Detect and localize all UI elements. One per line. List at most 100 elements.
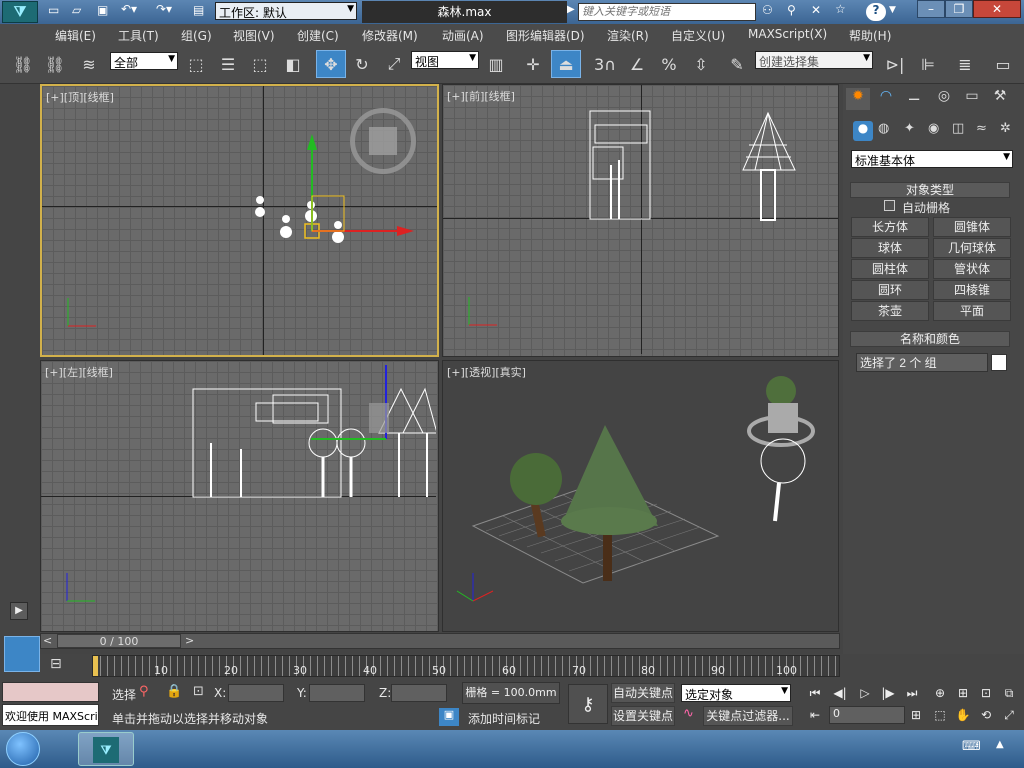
select-and-rotate-icon[interactable]: ↻ [347,50,377,78]
object-category-dropdown[interactable]: 标准基本体 ▼ [851,150,1013,168]
sphere-button[interactable]: 球体 [851,238,929,258]
time-slider-thumb[interactable]: 0 / 100 [57,634,181,648]
project-folder-icon[interactable]: ▤ [193,3,204,17]
pivot-center-icon[interactable]: ▥ [481,50,511,78]
cameras-category-icon[interactable]: ◉ [928,121,939,136]
hierarchy-tab-icon[interactable]: ⚊ [902,88,926,110]
object-type-rollout[interactable]: 对象类型 [850,182,1010,198]
spacewarps-category-icon[interactable]: ≈ [976,121,987,136]
subscription-icon[interactable]: ⚲ [787,3,796,17]
isolate-selection-icon[interactable]: ⚲ [139,684,149,699]
layer-manager-icon[interactable]: ≣ [950,50,980,78]
keyboard-shortcut-override-icon[interactable]: ⏏ [551,50,581,78]
shapes-category-icon[interactable]: ◍ [878,121,889,136]
expand-panel-icon[interactable]: ▶ [10,602,28,620]
reference-coordinate-dropdown[interactable]: 视图 ▼ [411,51,479,69]
edit-named-selection-icon[interactable]: ✎ [722,50,752,78]
help-button[interactable]: ? [866,3,886,21]
key-filters-curve-icon[interactable]: ∿ [683,706,694,721]
menu-maxscript[interactable]: MAXScript(X) [748,27,827,41]
absolute-mode-icon[interactable]: ⊡ [193,684,204,699]
close-button[interactable]: ✕ [973,0,1021,18]
maxscript-output-pink[interactable] [2,682,99,702]
helpers-category-icon[interactable]: ◫ [952,121,964,136]
zoom-extents-all-icon[interactable]: ⧉ [999,683,1019,703]
save-icon[interactable]: ▣ [97,3,108,17]
window-crossing-icon[interactable]: ◧ [278,50,308,78]
selection-filter-dropdown[interactable]: 全部 ▼ [110,52,178,70]
modify-tab-icon[interactable]: ◠ [874,88,898,110]
align-icon[interactable]: ⊫ [913,50,943,78]
select-object-icon[interactable]: ⬚ [181,50,211,78]
viewport-perspective[interactable]: [+][透视][真实] [442,360,839,632]
next-frame-icon[interactable]: |▶ [878,683,898,703]
menu-edit[interactable]: 编辑(E) [55,27,96,44]
object-color-swatch[interactable] [991,354,1007,371]
zoom-icon[interactable]: ⊕ [930,683,950,703]
zoom-extents-icon[interactable]: ⊡ [976,683,996,703]
selection-lock-icon[interactable]: 🔒 [166,684,182,699]
time-slider-track[interactable]: < 0 / 100 > [40,633,840,649]
zoom-all-icon[interactable]: ⊞ [953,683,973,703]
select-and-move-icon[interactable]: ✥ [316,50,346,78]
lights-category-icon[interactable]: ✦ [904,121,915,136]
search-input[interactable] [578,3,756,21]
create-tab-icon[interactable]: ✹ [846,88,870,110]
menu-animation[interactable]: 动画(A) [442,27,484,44]
x-coord-field[interactable] [228,684,284,702]
help-dropdown-icon[interactable]: ▼ [889,5,896,15]
go-to-end-icon[interactable]: ⏭ [902,683,922,703]
menu-modifiers[interactable]: 修改器(M) [362,27,418,44]
display-tab-icon[interactable]: ▭ [960,88,984,110]
viewport-front[interactable]: [+][前][线框] [442,84,839,357]
teapot-button[interactable]: 茶壶 [851,301,929,321]
angle-snap-icon[interactable]: ∠ [622,50,652,78]
undo-icon[interactable]: ↶▾ [121,2,137,16]
select-and-manipulate-icon[interactable]: ✛ [518,50,548,78]
motion-tab-icon[interactable]: ◎ [932,88,956,110]
workspace-dropdown[interactable]: 工作区: 默认 ▼ [215,2,357,20]
maxscript-listener-field[interactable]: 欢迎使用 MAXScri [2,704,99,726]
previous-frame-icon[interactable]: ◀| [830,683,850,703]
auto-key-button[interactable]: 自动关键点 [611,683,675,703]
maximize-viewport-icon[interactable]: ⤢ [999,705,1019,725]
geometry-category-icon[interactable]: ● [853,121,873,141]
name-color-rollout[interactable]: 名称和颜色 [850,331,1010,347]
key-mode-dropdown[interactable]: 选定对象 ▼ [681,684,791,702]
box-button[interactable]: 长方体 [851,217,929,237]
track-bar-toggle-icon[interactable]: ⊟ [50,656,62,672]
maximize-button[interactable]: ❐ [945,0,973,18]
play-icon[interactable]: ▷ [855,683,875,703]
menu-views[interactable]: 视图(V) [233,27,275,44]
redo-icon[interactable]: ↷▾ [156,2,172,16]
menu-help[interactable]: 帮助(H) [849,27,891,44]
communication-center-icon[interactable]: ✕ [811,3,821,17]
search-expand-icon[interactable]: ▶ [567,4,575,15]
mirror-icon[interactable]: ⊳| [880,50,910,78]
systems-category-icon[interactable]: ✲ [1000,121,1011,136]
time-tag-icon[interactable]: ▣ [439,708,459,726]
time-configuration-icon[interactable]: ⊞ [906,705,926,725]
pan-view-icon[interactable]: ✋ [953,705,973,725]
auto-grid-checkbox[interactable] [884,200,895,211]
taskbar-3dsmax-button[interactable]: ⧩ [78,732,134,766]
key-filters-button[interactable]: 关键点过滤器... [703,706,793,726]
cone-button[interactable]: 圆锥体 [933,217,1011,237]
rectangular-selection-icon[interactable]: ⬚ [245,50,275,78]
plane-button[interactable]: 平面 [933,301,1011,321]
percent-snap-icon[interactable]: % [654,50,684,78]
select-and-link-icon[interactable]: ⛓ [8,50,38,78]
unlink-icon[interactable]: ⛓ [40,50,70,78]
set-key-button[interactable]: 设置关键点 [611,706,675,726]
menu-customize[interactable]: 自定义(U) [671,27,725,44]
graphite-tools-icon[interactable]: ▭ [988,50,1018,78]
menu-tools[interactable]: 工具(T) [118,27,159,44]
current-frame-field[interactable]: 0 [829,706,905,724]
select-and-scale-icon[interactable]: ⤢ [379,50,409,78]
orbit-icon[interactable]: ⟲ [976,705,996,725]
field-of-view-icon[interactable]: ⬚ [930,705,950,725]
menu-graph-editors[interactable]: 图形编辑器(D) [506,27,585,44]
bind-to-space-warp-icon[interactable]: ≋ [74,50,104,78]
add-time-tag-label[interactable]: 添加时间标记 [468,710,540,727]
pyramid-button[interactable]: 四棱锥 [933,280,1011,300]
